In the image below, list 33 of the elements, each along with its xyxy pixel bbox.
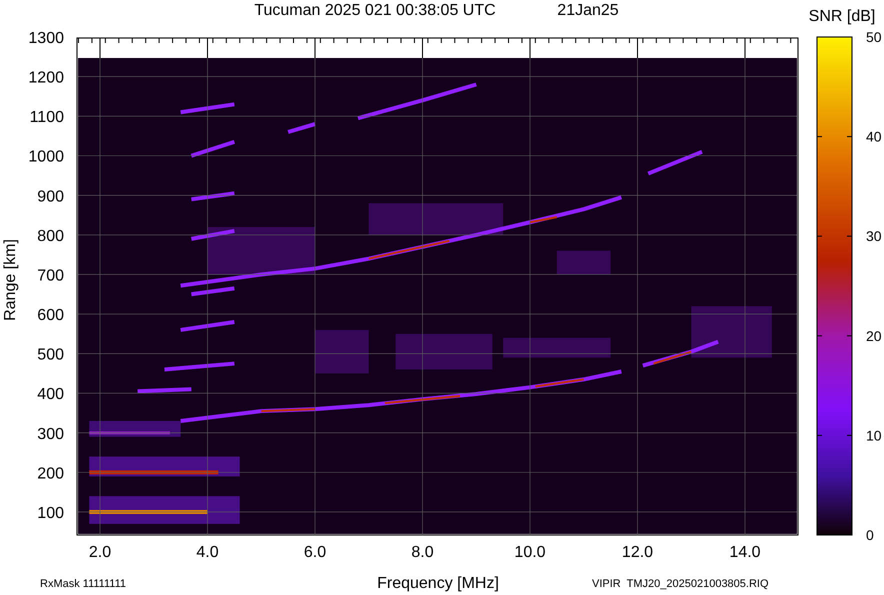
x-tick-label: 4.0 [196,544,219,561]
y-tick-label: 1100 [30,109,64,126]
x-tick-label: 2.0 [88,544,112,561]
color-tick-label: 40 [866,128,882,145]
x-tick-label: 10.0 [514,544,546,561]
y-tick-label: 100 [37,504,64,522]
x-tick-label: 6.0 [304,544,326,561]
colorbar-label: SNR [dB] [808,8,876,25]
color-tick-label: 0 [866,527,874,543]
y-tick-label: 1200 [28,70,64,87]
color-tick-label: 50 [866,29,882,45]
y-tick-label: 1000 [28,148,64,166]
color-tick-label: 10 [866,427,882,444]
y-tick-label: 600 [37,307,64,324]
plot-title: Tucuman 2025 021 00:38:05 UTC [254,2,496,19]
file-name-label: VIPIR TMJ20_2025021003805.RIQ [592,578,769,590]
y-tick-label: 800 [37,228,64,245]
y-tick-label: 700 [37,267,64,284]
rx-mask-label: RxMask 11111111 [40,578,126,590]
y-tick-label: 900 [37,188,64,206]
date-label: 21Jan25 [557,2,619,19]
y-tick-label: 500 [37,346,64,364]
y-tick-label: 300 [37,426,64,443]
x-tick-label: 12.0 [622,544,654,561]
y-tick-label: 400 [37,386,64,404]
x-tick-label: 8.0 [411,544,434,561]
x-tick-label: 14.0 [729,544,761,561]
color-tick-label: 20 [866,328,882,344]
y-tick-label: 200 [37,465,64,482]
y-tick-label: 1300 [28,30,64,47]
x-axis-label: Frequency [MHz] [377,575,499,592]
color-tick-label: 30 [866,228,882,244]
y-axis-label: Range [km] [2,239,19,321]
